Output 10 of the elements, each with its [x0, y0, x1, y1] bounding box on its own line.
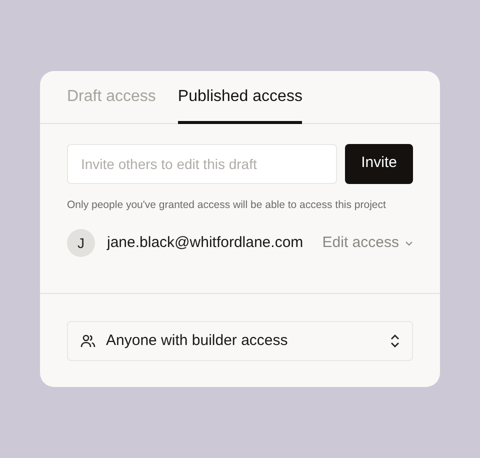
sort-caret-icon [390, 334, 400, 348]
access-note: Only people you've granted access will be able to access this project [67, 198, 387, 213]
people-icon [80, 333, 96, 350]
avatar: J [67, 229, 95, 258]
audience-select[interactable]: Anyone with builder access [67, 321, 413, 362]
invite-field[interactable]: Invite others to edit this draft [67, 144, 338, 184]
tab[interactable]: Published access [178, 70, 302, 124]
invite-button[interactable]: Invite [345, 144, 413, 184]
member-email: jane.black@whitfordlane.com [107, 233, 304, 254]
chevron-down-icon [405, 240, 413, 246]
